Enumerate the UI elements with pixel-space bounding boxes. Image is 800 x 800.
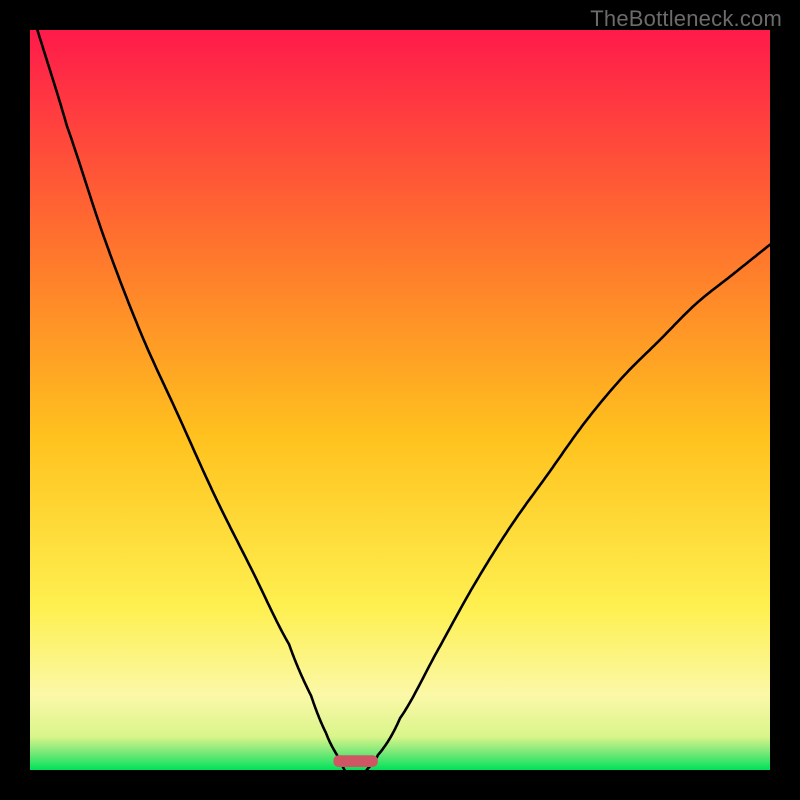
gradient-background [30,30,770,770]
watermark-text: TheBottleneck.com [590,6,782,32]
chart-frame: TheBottleneck.com [0,0,800,800]
minimum-marker [333,755,377,767]
bottleneck-chart [30,30,770,770]
